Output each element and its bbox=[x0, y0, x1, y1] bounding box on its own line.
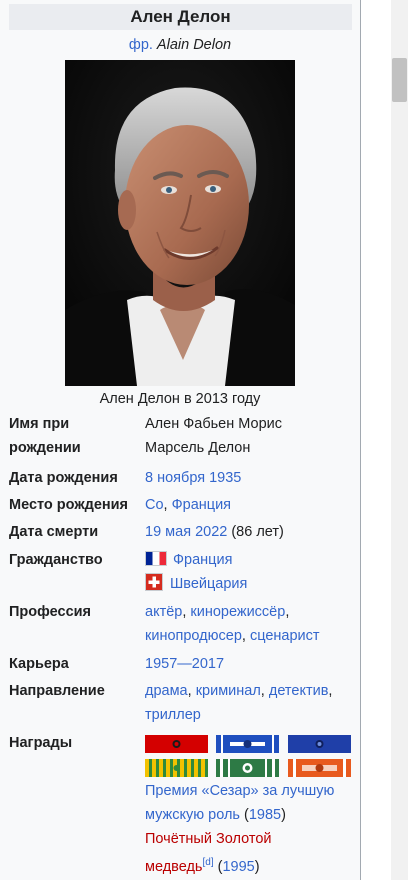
award-golden-bear-line2: медведь[d] (1995) bbox=[145, 851, 357, 879]
citizenship-france-link[interactable]: Франция bbox=[173, 552, 232, 568]
award-golden-bear: Почётный Золотой медведь[d] (1995) bbox=[145, 827, 357, 879]
citizenship-value: Франция Швейцария bbox=[145, 548, 357, 596]
profession-actor-link[interactable]: актёр bbox=[145, 604, 182, 620]
order-ribbon-1[interactable] bbox=[145, 735, 208, 753]
original-name-line: фр. Alain Delon bbox=[0, 35, 360, 55]
award-cesar-line2: мужскую роль (1985) bbox=[145, 803, 357, 827]
award-golden-bear-link-line2[interactable]: медведь bbox=[145, 859, 202, 875]
birth-date-link[interactable]: 8 ноября 1935 bbox=[145, 470, 241, 486]
citizenship-switzerland-row: Швейцария bbox=[145, 572, 357, 596]
genre-sep-1: , bbox=[187, 683, 196, 699]
career-label: Карьера bbox=[9, 656, 69, 672]
award-cesar-year-close: ) bbox=[281, 807, 286, 823]
birth-place-label: Место рождения bbox=[9, 497, 129, 513]
genre-line2: триллер bbox=[145, 703, 357, 727]
birth-country-link[interactable]: Франция bbox=[172, 497, 231, 513]
birth-place-separator: , bbox=[163, 497, 172, 513]
death-age: (86 лет) bbox=[227, 524, 284, 540]
original-name: Alain Delon bbox=[156, 37, 232, 53]
order-ribbon-5[interactable] bbox=[216, 759, 279, 777]
profession-director-link[interactable]: кинорежиссёр bbox=[190, 604, 285, 620]
genre-thriller-link[interactable]: триллер bbox=[145, 707, 201, 723]
citizenship-label: Гражданство bbox=[9, 552, 103, 568]
vertical-scrollbar-track[interactable] bbox=[391, 0, 408, 880]
ribbon-emblem-icon bbox=[173, 765, 180, 771]
birth-date-label: Дата рождения bbox=[9, 470, 118, 486]
career-value: 1957—2017 bbox=[145, 652, 357, 676]
profession-value: актёр, кинорежиссёр, кинопродюсер, сцена… bbox=[145, 600, 357, 648]
france-flag-icon bbox=[145, 551, 167, 566]
profession-sep-3: , bbox=[241, 628, 250, 644]
profession-line1: актёр, кинорежиссёр, bbox=[145, 600, 357, 624]
award-cesar-link-line1[interactable]: Премия «Сезар» за лучшую bbox=[145, 779, 357, 803]
awards-label: Награды bbox=[9, 735, 73, 751]
award-golden-bear-link-line1[interactable]: Почётный Золотой bbox=[145, 827, 357, 851]
ribbon-stripes-icon bbox=[221, 735, 274, 753]
genre-label: Направление bbox=[9, 683, 105, 699]
ribbon-stripes-icon bbox=[220, 759, 275, 777]
order-ribbon-4[interactable] bbox=[145, 759, 208, 777]
death-date-label: Дата смерти bbox=[9, 524, 99, 540]
award-cesar-year-link[interactable]: 1985 bbox=[249, 807, 281, 823]
genre-detective-link[interactable]: детектив bbox=[269, 683, 329, 699]
death-date-value: 19 мая 2022 (86 лет) bbox=[145, 520, 357, 544]
profession-line2: кинопродюсер, сценарист bbox=[145, 624, 357, 648]
birth-name-value-line1: Ален Фабьен Морис bbox=[145, 416, 282, 432]
infobox-title: Ален Делон bbox=[9, 4, 352, 30]
award-golden-bear-year-close: ) bbox=[254, 858, 260, 875]
award-golden-bear-year-link[interactable]: 1995 bbox=[222, 859, 254, 875]
language-abbr-link[interactable]: фр. bbox=[129, 37, 153, 53]
swiss-cross-icon bbox=[148, 576, 160, 588]
awards-value: Премия «Сезар» за лучшую мужскую роль (1… bbox=[145, 779, 357, 879]
birth-name-label-line2: рождении bbox=[9, 440, 81, 456]
profession-sep-2: , bbox=[285, 604, 290, 620]
award-cesar-link-line2[interactable]: мужскую роль bbox=[145, 807, 240, 823]
ribbon-emblem-icon bbox=[315, 740, 324, 748]
order-ribbon-3[interactable] bbox=[288, 735, 351, 753]
photo-caption: Ален Делон в 2013 году bbox=[99, 391, 261, 407]
profession-producer-link[interactable]: кинопродюсер bbox=[145, 628, 242, 644]
birth-name-value-line2: Марсель Делон bbox=[145, 440, 251, 456]
genre-sep-2: , bbox=[260, 683, 269, 699]
genre-value: драма, криминал, детектив, триллер bbox=[145, 679, 357, 727]
birth-date-value: 8 ноября 1935 bbox=[145, 466, 357, 490]
infobox: Ален Делон фр. Alain Delon Ален Делон в … bbox=[0, 0, 361, 880]
order-ribbon-6[interactable] bbox=[288, 759, 351, 777]
switzerland-flag-icon bbox=[145, 573, 163, 591]
birth-name-label: Имя при рождении bbox=[9, 412, 142, 460]
genre-drama-link[interactable]: драма bbox=[145, 683, 188, 699]
citizenship-switzerland-link[interactable]: Швейцария bbox=[170, 576, 247, 592]
award-cesar: Премия «Сезар» за лучшую мужскую роль (1… bbox=[145, 779, 357, 827]
portrait-photo[interactable] bbox=[65, 60, 295, 386]
wikidata-link[interactable]: [d] bbox=[202, 857, 213, 868]
birth-town-link[interactable]: Со bbox=[145, 497, 164, 513]
birth-place-value: Со, Франция bbox=[145, 493, 357, 517]
award-cesar-year-open: ( bbox=[239, 807, 249, 823]
genre-sep-3: , bbox=[328, 683, 333, 699]
profession-label: Профессия bbox=[9, 604, 92, 620]
citizenship-france-row: Франция bbox=[145, 548, 357, 572]
death-date-link[interactable]: 19 мая 2022 bbox=[145, 524, 227, 540]
vertical-scrollbar-thumb[interactable] bbox=[392, 58, 407, 102]
birth-name-label-line1: Имя при bbox=[9, 416, 70, 432]
genre-line1: драма, криминал, детектив, bbox=[145, 679, 357, 703]
profession-screenwriter-link[interactable]: сценарист bbox=[250, 628, 320, 644]
genre-crime-link[interactable]: криминал bbox=[196, 683, 261, 699]
ribbon-emblem-icon bbox=[172, 740, 181, 748]
birth-name-value: Ален Фабьен Морис Марсель Делон bbox=[145, 412, 357, 460]
career-years-link[interactable]: 1957—2017 bbox=[145, 656, 224, 672]
portrait-image bbox=[65, 60, 295, 386]
order-ribbon-2[interactable] bbox=[216, 735, 279, 753]
ribbon-stripes-icon bbox=[293, 759, 346, 777]
